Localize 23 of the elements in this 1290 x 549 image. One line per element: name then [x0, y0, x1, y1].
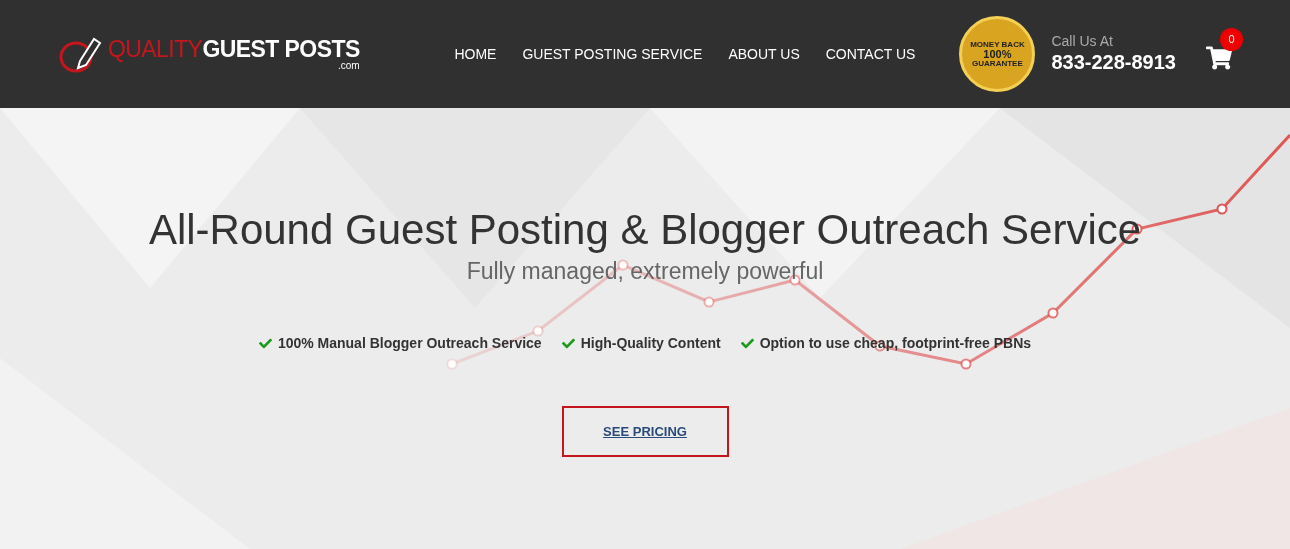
- logo-suffix: .com: [338, 60, 360, 71]
- cart-count-badge: 0: [1220, 28, 1243, 51]
- nav-link[interactable]: ABOUT US: [728, 43, 800, 65]
- hero-title: All-Round Guest Posting & Blogger Outreach Service: [148, 205, 1142, 255]
- phone-number[interactable]: 833-228-8913: [1051, 50, 1176, 76]
- check-icon: [740, 337, 754, 351]
- logo[interactable]: QUALITYGUEST POSTS .com: [58, 33, 360, 75]
- nav-link[interactable]: CONTACT US: [825, 43, 916, 65]
- badge-text: MONEY BACK: [970, 40, 1025, 49]
- call-label: Call Us At: [1051, 32, 1114, 51]
- badge-text: GUARANTEE: [972, 59, 1023, 68]
- hero-subtitle: Fully managed, extremely powerful: [466, 256, 824, 286]
- see-pricing-button[interactable]: SEE PRICING: [561, 406, 729, 458]
- nav-link[interactable]: HOME: [454, 43, 497, 65]
- logo-text: QUALITY: [108, 37, 203, 61]
- check-icon: [258, 337, 272, 351]
- nav-link[interactable]: GUEST POSTING SERVICE: [522, 43, 703, 65]
- badge-text: 100%: [983, 48, 1012, 60]
- feature-text: 100% Manual Blogger Outreach Service: [277, 334, 542, 354]
- check-icon: [561, 337, 575, 351]
- logo-text: GUEST POSTS: [202, 37, 360, 61]
- feature-text: High-Quality Content: [580, 334, 721, 354]
- cart-icon[interactable]: [1206, 46, 1232, 70]
